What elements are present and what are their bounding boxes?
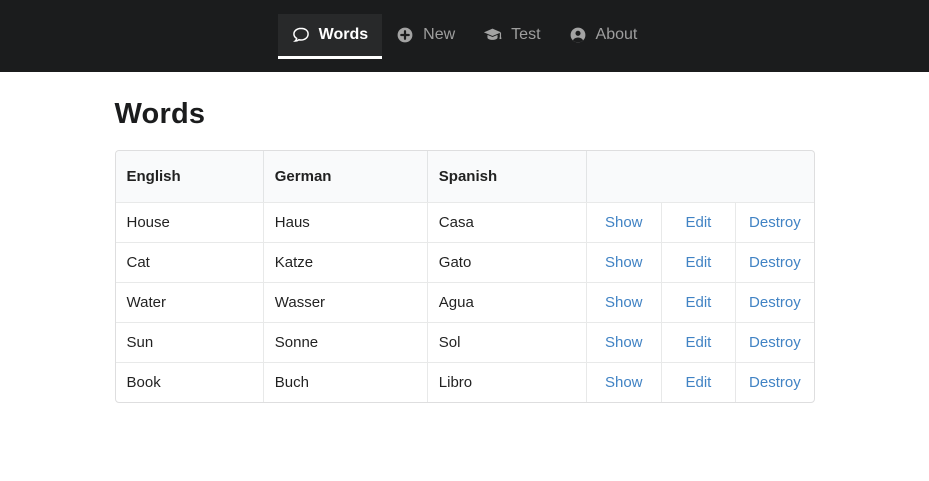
show-link[interactable]: Show — [605, 294, 643, 311]
edit-link[interactable]: Edit — [686, 334, 712, 351]
col-header-english: English — [115, 151, 263, 202]
cell-german: Buch — [262, 362, 427, 402]
table-row: House Haus Casa Show Edit Destroy — [115, 202, 814, 242]
nav-item-label: New — [423, 25, 456, 43]
nav-item-label: About — [595, 25, 638, 43]
cell-spanish: Libro — [426, 362, 586, 402]
cell-spanish: Gato — [426, 242, 586, 282]
cell-spanish: Casa — [426, 202, 586, 242]
show-link[interactable]: Show — [605, 374, 643, 391]
table-row: Cat Katze Gato Show Edit Destroy — [115, 242, 814, 282]
table-header: English German Spanish — [115, 151, 814, 202]
words-table: English German Spanish House Haus Casa S… — [114, 150, 815, 403]
show-link[interactable]: Show — [605, 334, 643, 351]
nav-item-new[interactable]: New — [382, 14, 469, 59]
show-link[interactable]: Show — [605, 254, 643, 271]
cell-english: Book — [115, 362, 263, 402]
plus-circle-icon — [396, 26, 414, 44]
cell-english: Cat — [115, 242, 263, 282]
graduation-cap-icon — [483, 25, 502, 44]
cell-english: Water — [115, 282, 263, 322]
show-link[interactable]: Show — [605, 214, 643, 231]
cell-german: Wasser — [262, 282, 427, 322]
destroy-link[interactable]: Destroy — [749, 294, 801, 311]
comment-icon — [292, 26, 310, 44]
main-content: Words English German Spanish House Haus … — [114, 72, 815, 403]
cell-german: Sonne — [262, 322, 427, 362]
navbar: Words New Test About — [0, 0, 929, 72]
page-title: Words — [114, 98, 206, 130]
destroy-link[interactable]: Destroy — [749, 334, 801, 351]
edit-link[interactable]: Edit — [686, 254, 712, 271]
edit-link[interactable]: Edit — [686, 374, 712, 391]
table-row: Water Wasser Agua Show Edit Destroy — [115, 282, 814, 322]
nav-item-label: Test — [511, 25, 541, 43]
destroy-link[interactable]: Destroy — [749, 214, 801, 231]
cell-german: Katze — [262, 242, 427, 282]
user-circle-icon — [569, 26, 587, 44]
edit-link[interactable]: Edit — [686, 294, 712, 311]
cell-english: House — [115, 202, 263, 242]
edit-link[interactable]: Edit — [686, 214, 712, 231]
nav-item-test[interactable]: Test — [469, 14, 554, 59]
cell-spanish: Agua — [426, 282, 586, 322]
table-row: Book Buch Libro Show Edit Destroy — [115, 362, 814, 402]
table-row: Sun Sonne Sol Show Edit Destroy — [115, 322, 814, 362]
cell-german: Haus — [262, 202, 427, 242]
col-header-spanish: Spanish — [426, 151, 586, 202]
destroy-link[interactable]: Destroy — [749, 254, 801, 271]
cell-spanish: Sol — [426, 322, 586, 362]
cell-english: Sun — [115, 322, 263, 362]
col-header-german: German — [262, 151, 427, 202]
col-header-actions — [585, 151, 814, 202]
nav-item-words[interactable]: Words — [277, 13, 383, 59]
nav-item-label: Words — [318, 25, 369, 43]
nav-item-about[interactable]: About — [555, 14, 652, 59]
destroy-link[interactable]: Destroy — [749, 374, 801, 391]
